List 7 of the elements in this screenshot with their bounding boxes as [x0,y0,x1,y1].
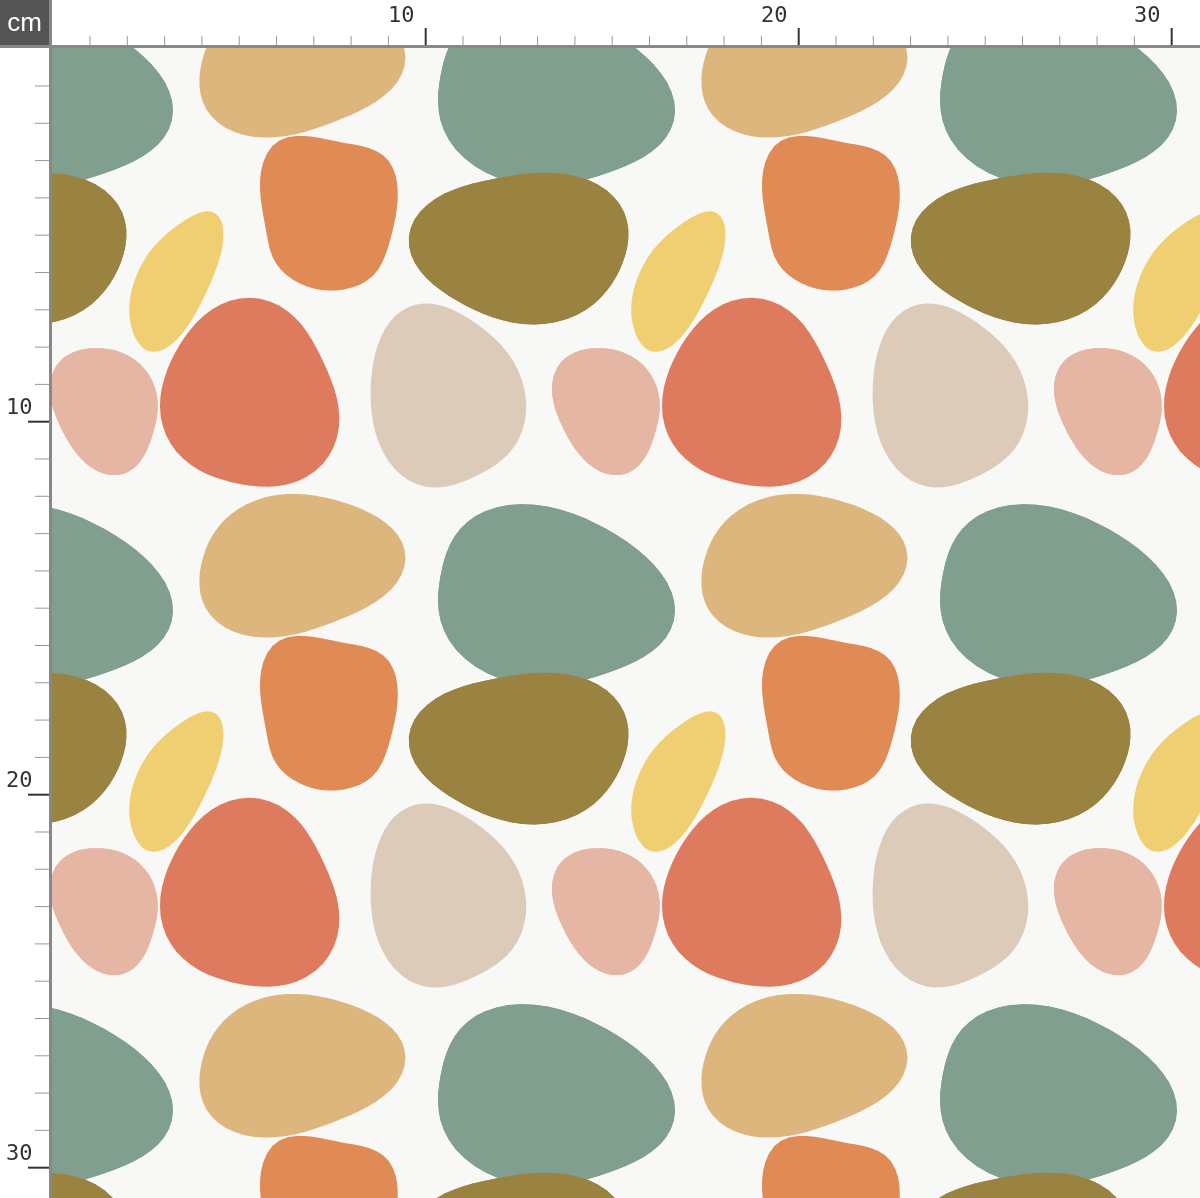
unit-label: cm [0,0,52,48]
ruler-label: 10 [388,4,415,26]
ruler-label: 30 [6,1142,33,1164]
ruler-label: 30 [1134,4,1161,26]
ruler-label: 10 [6,396,33,418]
ruler-label: 20 [761,4,788,26]
ruler-label: 20 [6,769,33,791]
